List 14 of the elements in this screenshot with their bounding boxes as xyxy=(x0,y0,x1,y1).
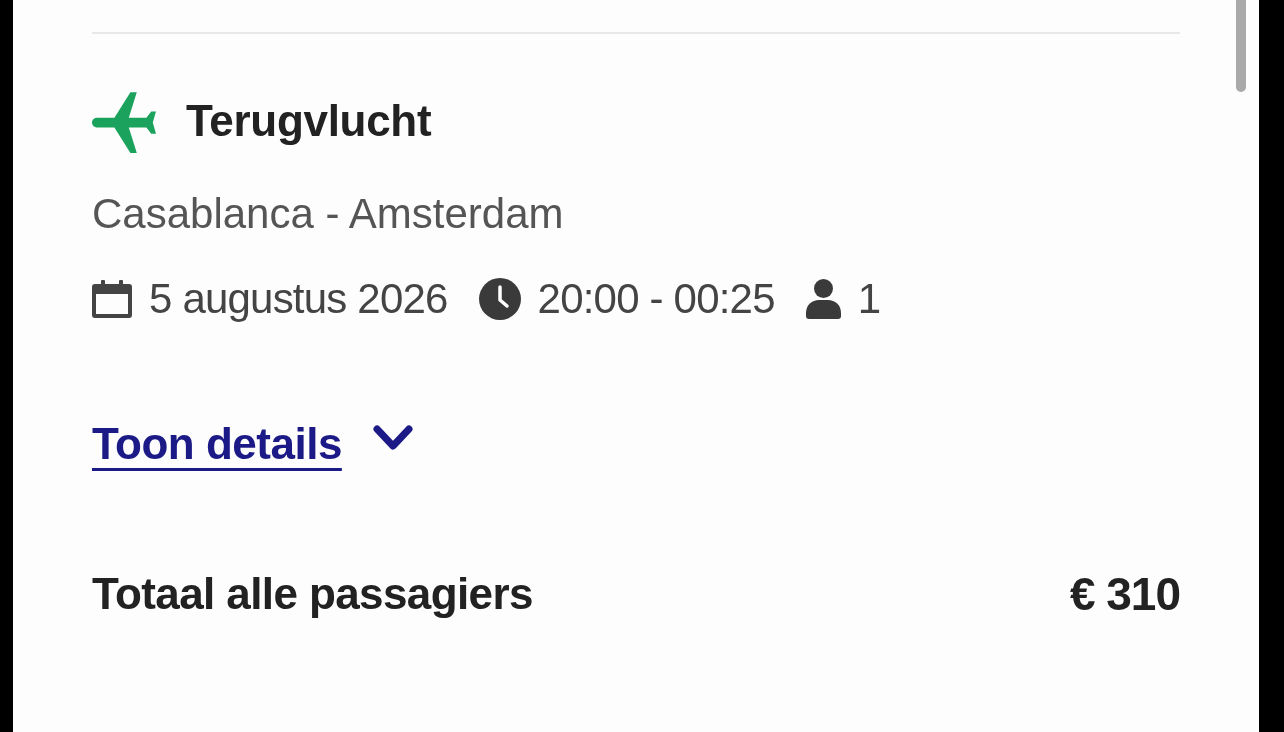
date-text: 5 augustus 2026 xyxy=(149,275,448,323)
scrollbar-thumb[interactable] xyxy=(1236,0,1246,92)
total-label: Totaal alle passagiers xyxy=(92,568,533,620)
details-link[interactable]: Toon details xyxy=(92,418,342,470)
total-amount: € 310 xyxy=(1069,568,1180,620)
calendar-icon xyxy=(92,280,132,318)
time-text: 20:00 - 00:25 xyxy=(537,275,775,323)
flight-title: Terugvlucht xyxy=(186,95,432,147)
chevron-icon[interactable] xyxy=(372,425,413,451)
passenger-count: 1 xyxy=(857,275,881,323)
airplane-icon xyxy=(92,89,156,153)
route-text: Casablanca - Amsterdam xyxy=(92,190,565,238)
person-icon xyxy=(805,279,841,319)
clock-icon xyxy=(478,278,521,320)
